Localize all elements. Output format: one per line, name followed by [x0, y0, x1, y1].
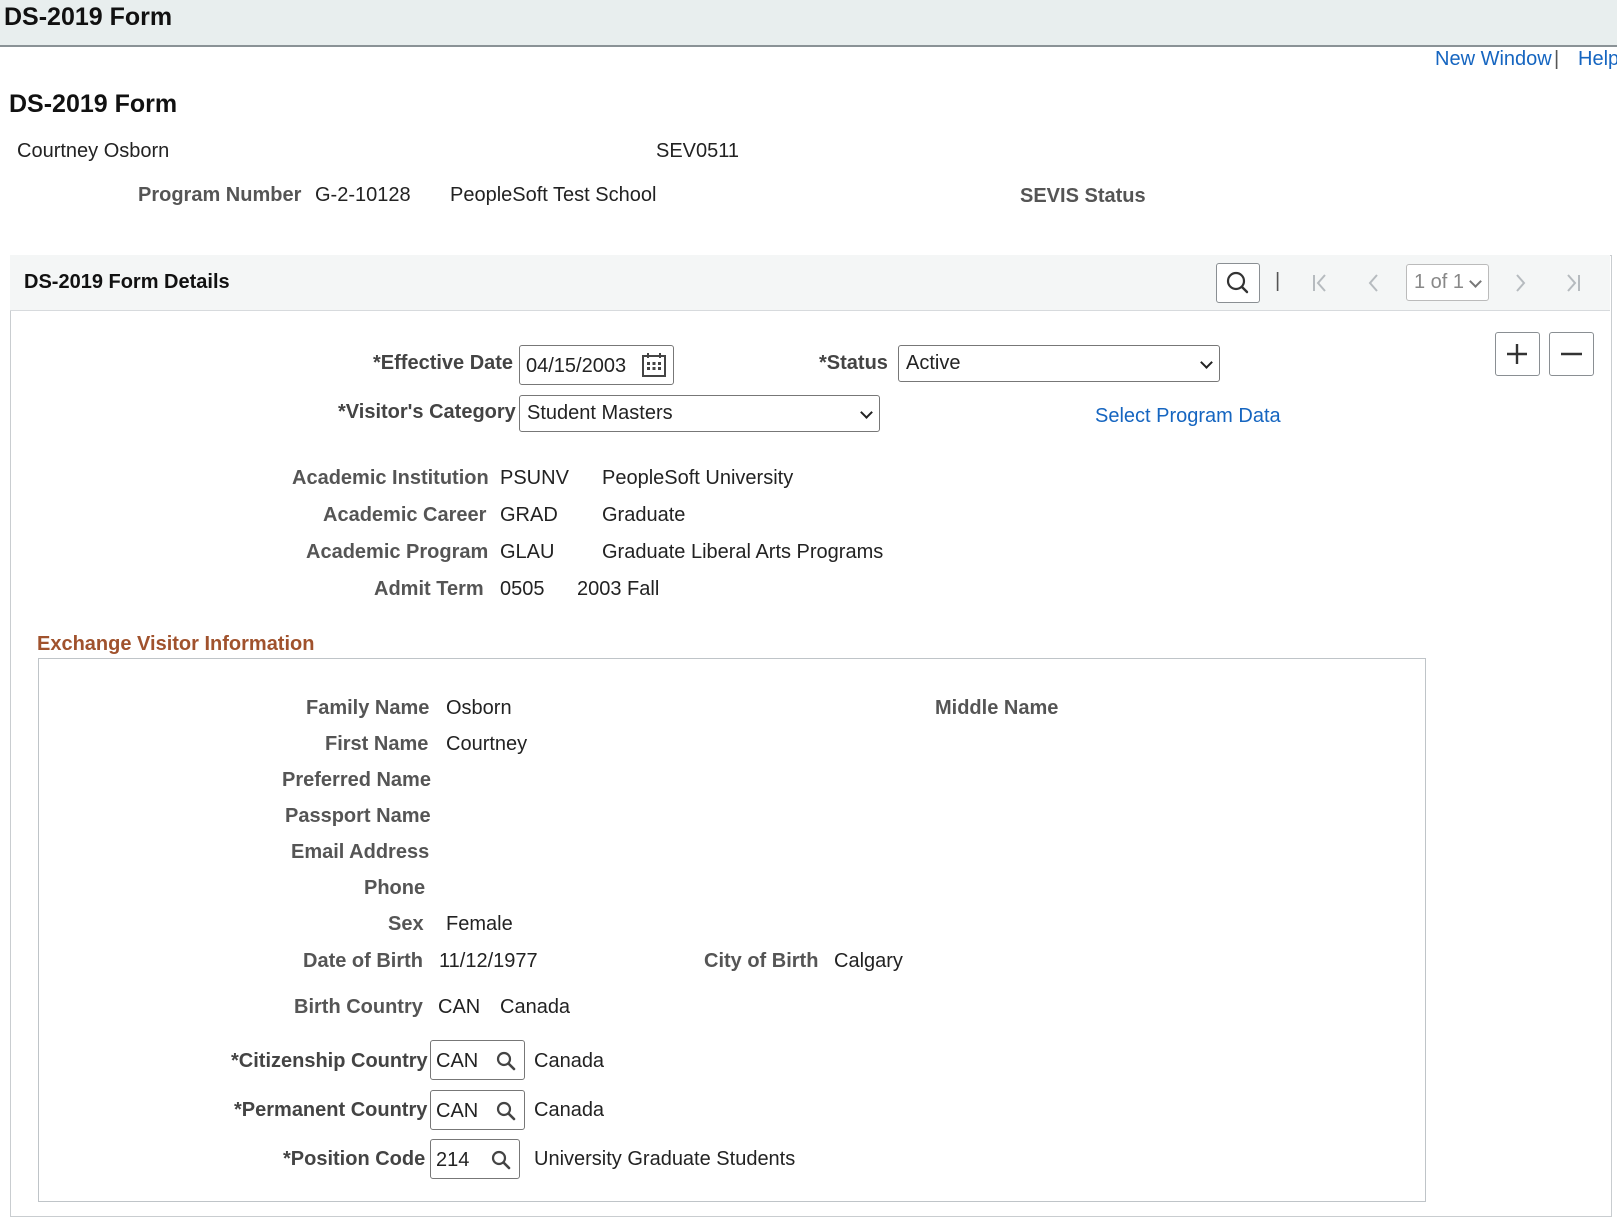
chevron-down-icon [1200, 355, 1213, 369]
first-name-label: First Name [325, 733, 429, 755]
birth-country-name: Canada [500, 996, 571, 1018]
academic-career-label: Academic Career [323, 504, 487, 526]
page-indicator: 1 of 1 [1414, 271, 1465, 293]
details-header: DS-2019 Form Details [24, 271, 230, 293]
birth-country-label: Birth Country [294, 996, 423, 1018]
minus-icon [1561, 352, 1582, 356]
visitor-category-select[interactable]: Student Masters [519, 395, 880, 432]
academic-program-name: Graduate Liberal Arts Programs [602, 541, 884, 563]
select-program-data-link[interactable]: Select Program Data [1095, 405, 1281, 428]
position-code-value: 214 [436, 1149, 470, 1171]
position-code-name: University Graduate Students [534, 1148, 796, 1170]
position-code-label: *Position Code [283, 1148, 426, 1170]
preferred-name-label: Preferred Name [282, 769, 431, 791]
student-name: Courtney Osborn [17, 140, 170, 162]
permanent-country-field[interactable]: CAN [430, 1090, 525, 1130]
title-bar: DS-2019 Form [0, 0, 1617, 47]
city-of-birth-label: City of Birth [704, 950, 819, 972]
permanent-country-name: Canada [534, 1099, 605, 1121]
visitor-category-value: Student Masters [527, 402, 673, 424]
first-page-icon[interactable] [1308, 271, 1332, 295]
admit-term-label: Admit Term [374, 578, 484, 600]
chevron-down-icon [1469, 274, 1482, 288]
citizenship-country-label: *Citizenship Country [231, 1050, 428, 1072]
passport-name-label: Passport Name [285, 805, 431, 827]
family-name-value: Osborn [446, 697, 512, 719]
sex-label: Sex [388, 913, 424, 935]
academic-career-name: Graduate [602, 504, 686, 526]
chevron-down-icon [860, 405, 873, 419]
nav-separator: | [1275, 270, 1281, 292]
admit-term-name: 2003 Fall [577, 578, 660, 600]
citizenship-country-name: Canada [534, 1050, 605, 1072]
delete-row-button[interactable] [1549, 332, 1594, 376]
academic-program-code: GLAU [500, 541, 555, 563]
sex-value: Female [446, 913, 513, 935]
middle-name-label: Middle Name [935, 697, 1059, 719]
search-icon[interactable] [495, 1100, 517, 1122]
next-icon[interactable] [1508, 271, 1532, 295]
status-value: Active [906, 352, 961, 374]
program-number: G-2-10128 [315, 184, 411, 206]
help-link[interactable]: Help [1578, 48, 1617, 71]
effective-date-field[interactable]: 04/15/2003 [519, 345, 674, 385]
search-icon[interactable] [495, 1050, 517, 1072]
permanent-country-label: *Permanent Country [234, 1099, 428, 1121]
position-code-field[interactable]: 214 [430, 1139, 520, 1179]
exchange-visitor-section-title: Exchange Visitor Information [37, 633, 315, 655]
citizenship-country-code: CAN [436, 1050, 479, 1072]
phone-label: Phone [364, 877, 426, 899]
visitor-category-label: *Visitor's Category [338, 401, 516, 423]
plus-icon [1507, 344, 1527, 364]
academic-institution-name: PeopleSoft University [602, 467, 794, 489]
page-title: DS-2019 Form [9, 90, 178, 118]
search-icon[interactable] [490, 1149, 512, 1171]
program-number-label: Program Number [138, 184, 302, 206]
search-icon [1226, 271, 1249, 294]
calendar-icon[interactable] [641, 352, 667, 378]
link-separator: | [1554, 48, 1560, 70]
search-button[interactable] [1216, 263, 1260, 303]
permanent-country-code: CAN [436, 1100, 479, 1122]
academic-institution-label: Academic Institution [292, 467, 489, 489]
last-page-icon[interactable] [1561, 271, 1585, 295]
sevis-id: SEV0511 [656, 140, 740, 162]
new-window-link[interactable]: New Window [1435, 48, 1552, 71]
city-of-birth-value: Calgary [834, 950, 903, 972]
academic-career-code: GRAD [500, 504, 558, 526]
academic-program-label: Academic Program [306, 541, 489, 563]
citizenship-country-field[interactable]: CAN [430, 1040, 525, 1080]
date-of-birth-label: Date of Birth [303, 950, 423, 972]
email-address-label: Email Address [291, 841, 430, 863]
date-of-birth-value: 11/12/1977 [439, 950, 538, 972]
sevis-status-label: SEVIS Status [1020, 185, 1146, 207]
first-name-value: Courtney [446, 733, 528, 755]
window-title: DS-2019 Form [4, 3, 173, 31]
admit-term-code: 0505 [500, 578, 545, 600]
page-selector[interactable]: 1 of 1 [1406, 264, 1489, 301]
status-select[interactable]: Active [898, 345, 1220, 382]
effective-date-value: 04/15/2003 [526, 355, 627, 377]
status-label: *Status [819, 352, 888, 374]
family-name-label: Family Name [306, 697, 430, 719]
add-row-button[interactable] [1495, 332, 1540, 376]
birth-country-code: CAN [438, 996, 481, 1018]
school-name: PeopleSoft Test School [450, 184, 657, 206]
effective-date-label: *Effective Date [373, 352, 514, 374]
academic-institution-code: PSUNV [500, 467, 569, 489]
previous-icon[interactable] [1362, 271, 1386, 295]
